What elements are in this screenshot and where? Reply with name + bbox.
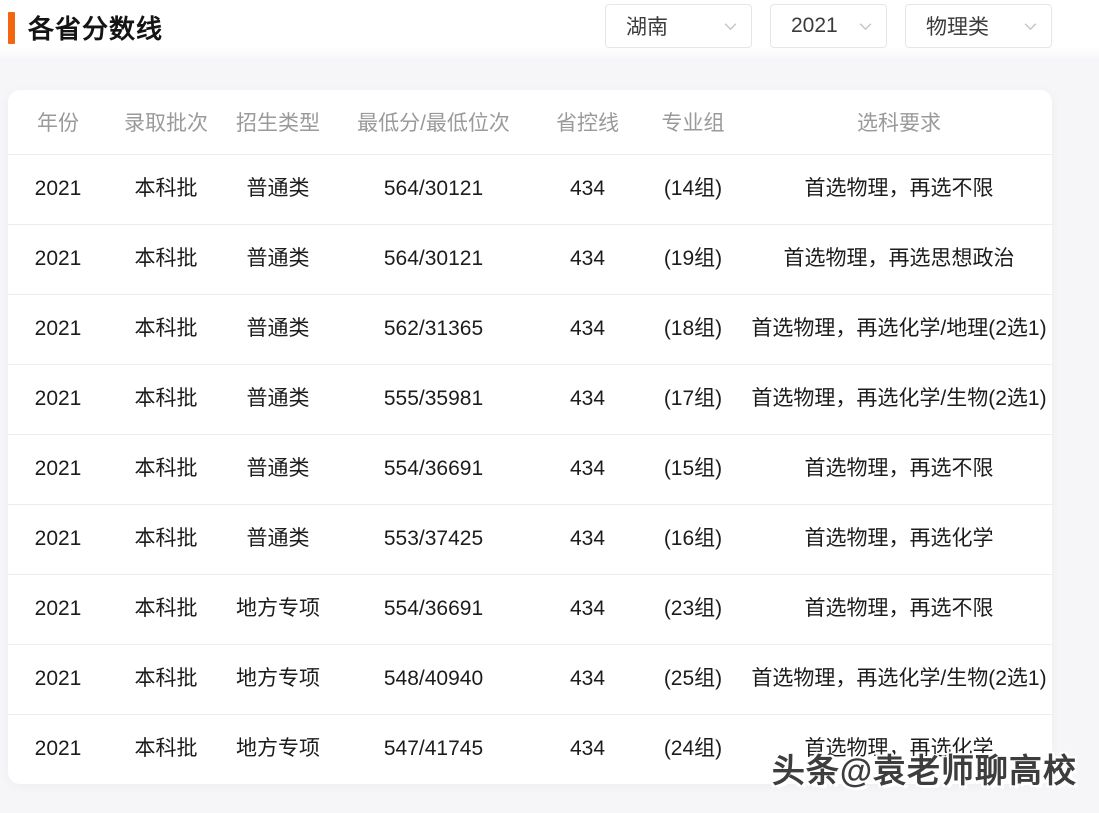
table-row: 2021本科批普通类555/35981434(17组)首选物理，再选化学/生物(… — [8, 364, 1052, 434]
table-row: 2021本科批地方专项548/40940434(25组)首选物理，再选化学/生物… — [8, 644, 1052, 714]
table-cell: 本科批 — [108, 154, 224, 224]
table-cell: 普通类 — [224, 294, 332, 364]
table-row: 2021本科批地方专项554/36691434(23组)首选物理，再选不限 — [8, 574, 1052, 644]
table-cell: 首选物理，再选化学 — [746, 504, 1052, 574]
table-cell: 553/37425 — [332, 504, 535, 574]
column-header: 招生类型 — [224, 90, 332, 154]
table-cell: 本科批 — [108, 574, 224, 644]
table-cell: 2021 — [8, 434, 108, 504]
chevron-down-icon — [1022, 18, 1039, 35]
column-header: 最低分/最低位次 — [332, 90, 535, 154]
table-row: 2021本科批普通类564/30121434(19组)首选物理，再选思想政治 — [8, 224, 1052, 294]
table-row: 2021本科批普通类562/31365434(18组)首选物理，再选化学/地理(… — [8, 294, 1052, 364]
table-cell: 547/41745 — [332, 714, 535, 784]
table-cell: 普通类 — [224, 154, 332, 224]
table-cell: 首选物理，再选不限 — [746, 574, 1052, 644]
table-cell: 2021 — [8, 574, 108, 644]
filter-group: 湖南 2021 物理类 — [605, 4, 1052, 48]
category-select-value: 物理类 — [926, 11, 989, 41]
table-cell: (19组) — [640, 224, 746, 294]
table-cell: (18组) — [640, 294, 746, 364]
table-cell: 普通类 — [224, 434, 332, 504]
province-select-value: 湖南 — [626, 11, 668, 41]
table-cell: 首选物理，再选化学/生物(2选1) — [746, 364, 1052, 434]
table-cell: 2021 — [8, 504, 108, 574]
table-cell: 434 — [535, 294, 640, 364]
table-cell: 本科批 — [108, 714, 224, 784]
table-row: 2021本科批地方专项547/41745434(24组)首选物理，再选化学 — [8, 714, 1052, 784]
scores-table: 年份录取批次招生类型最低分/最低位次省控线专业组选科要求 2021本科批普通类5… — [8, 90, 1052, 784]
toolbar: 各省分数线 湖南 2021 物理类 — [0, 0, 1099, 60]
table-cell: (23组) — [640, 574, 746, 644]
table-cell: 564/30121 — [332, 154, 535, 224]
page-title: 各省分数线 — [28, 9, 163, 46]
table-cell: 首选物理，再选不限 — [746, 154, 1052, 224]
table-cell: 本科批 — [108, 364, 224, 434]
table-cell: (16组) — [640, 504, 746, 574]
table-cell: 434 — [535, 154, 640, 224]
table-cell: 本科批 — [108, 434, 224, 504]
year-select-value: 2021 — [791, 14, 838, 38]
table-cell: (15组) — [640, 434, 746, 504]
table-row: 2021本科批普通类554/36691434(15组)首选物理，再选不限 — [8, 434, 1052, 504]
year-select[interactable]: 2021 — [770, 4, 887, 48]
table-cell: 普通类 — [224, 224, 332, 294]
table-cell: 434 — [535, 714, 640, 784]
table-cell: (25组) — [640, 644, 746, 714]
table-row: 2021本科批普通类564/30121434(14组)首选物理，再选不限 — [8, 154, 1052, 224]
table-cell: 434 — [535, 434, 640, 504]
column-header: 年份 — [8, 90, 108, 154]
table-cell: 434 — [535, 224, 640, 294]
page-title-group: 各省分数线 — [8, 9, 163, 46]
table-cell: 普通类 — [224, 364, 332, 434]
table-cell: 562/31365 — [332, 294, 535, 364]
table-header-row: 年份录取批次招生类型最低分/最低位次省控线专业组选科要求 — [8, 90, 1052, 154]
table-cell: 554/36691 — [332, 574, 535, 644]
table-cell: 2021 — [8, 224, 108, 294]
table-cell: 普通类 — [224, 504, 332, 574]
table-cell: 首选物理，再选不限 — [746, 434, 1052, 504]
category-select[interactable]: 物理类 — [905, 4, 1052, 48]
table-cell: 2021 — [8, 714, 108, 784]
province-select[interactable]: 湖南 — [605, 4, 752, 48]
table-cell: 地方专项 — [224, 644, 332, 714]
column-header: 选科要求 — [746, 90, 1052, 154]
table-cell: 434 — [535, 644, 640, 714]
table-cell: 434 — [535, 504, 640, 574]
table-cell: 首选物理，再选化学/生物(2选1) — [746, 644, 1052, 714]
table-cell: 2021 — [8, 154, 108, 224]
table-cell: 2021 — [8, 364, 108, 434]
table-cell: 554/36691 — [332, 434, 535, 504]
table-cell: 本科批 — [108, 224, 224, 294]
title-accent-bar — [8, 12, 15, 44]
table-cell: (14组) — [640, 154, 746, 224]
table-cell: 434 — [535, 574, 640, 644]
table-cell: 首选物理，再选思想政治 — [746, 224, 1052, 294]
table-cell: 地方专项 — [224, 714, 332, 784]
table-cell: 2021 — [8, 294, 108, 364]
table-cell: 2021 — [8, 644, 108, 714]
chevron-down-icon — [857, 18, 874, 35]
table-row: 2021本科批普通类553/37425434(16组)首选物理，再选化学 — [8, 504, 1052, 574]
table-cell: 548/40940 — [332, 644, 535, 714]
column-header: 省控线 — [535, 90, 640, 154]
table-cell: 本科批 — [108, 504, 224, 574]
chevron-down-icon — [722, 18, 739, 35]
table-cell: 555/35981 — [332, 364, 535, 434]
column-header: 录取批次 — [108, 90, 224, 154]
table-cell: 首选物理，再选化学 — [746, 714, 1052, 784]
table-cell: 首选物理，再选化学/地理(2选1) — [746, 294, 1052, 364]
table-cell: (17组) — [640, 364, 746, 434]
table-cell: (24组) — [640, 714, 746, 784]
table-cell: 564/30121 — [332, 224, 535, 294]
table-cell: 地方专项 — [224, 574, 332, 644]
scores-table-card: 年份录取批次招生类型最低分/最低位次省控线专业组选科要求 2021本科批普通类5… — [8, 90, 1052, 784]
table-cell: 434 — [535, 364, 640, 434]
table-cell: 本科批 — [108, 294, 224, 364]
table-cell: 本科批 — [108, 644, 224, 714]
column-header: 专业组 — [640, 90, 746, 154]
